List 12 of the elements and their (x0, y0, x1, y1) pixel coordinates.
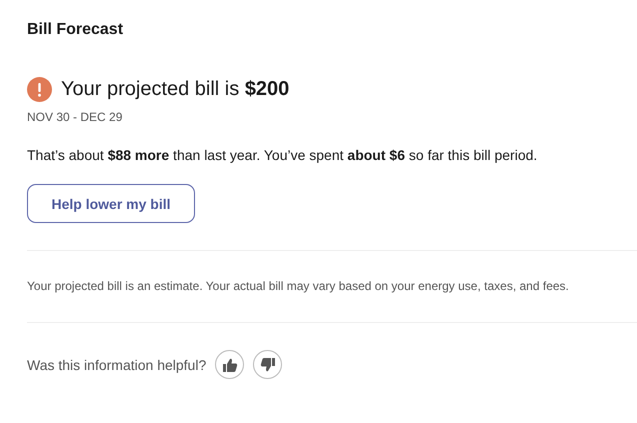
projected-bill-headline: Your projected bill is $200 (61, 77, 290, 102)
alert-icon (27, 76, 52, 102)
help-lower-bill-button[interactable]: Help lower my bill (27, 184, 195, 223)
thumbs-up-button[interactable] (215, 350, 244, 379)
card-title: Bill Forecast (27, 20, 124, 40)
bill-period: NOV 30 - DEC 29 (27, 110, 124, 125)
thumbs-down-button[interactable] (253, 350, 282, 379)
feedback-question: Was this information helpful? (27, 356, 206, 372)
disclaimer-text: Your projected bill is an estimate. Your actual bill may vary based on your energy use, taxes, and fees. (27, 279, 570, 294)
thumbs-down-icon (260, 356, 276, 372)
bill-summary: That’s about $88 more than last year. You’ve spent about $6 so far this bill period. (27, 147, 538, 164)
thumbs-up-icon (222, 356, 238, 372)
